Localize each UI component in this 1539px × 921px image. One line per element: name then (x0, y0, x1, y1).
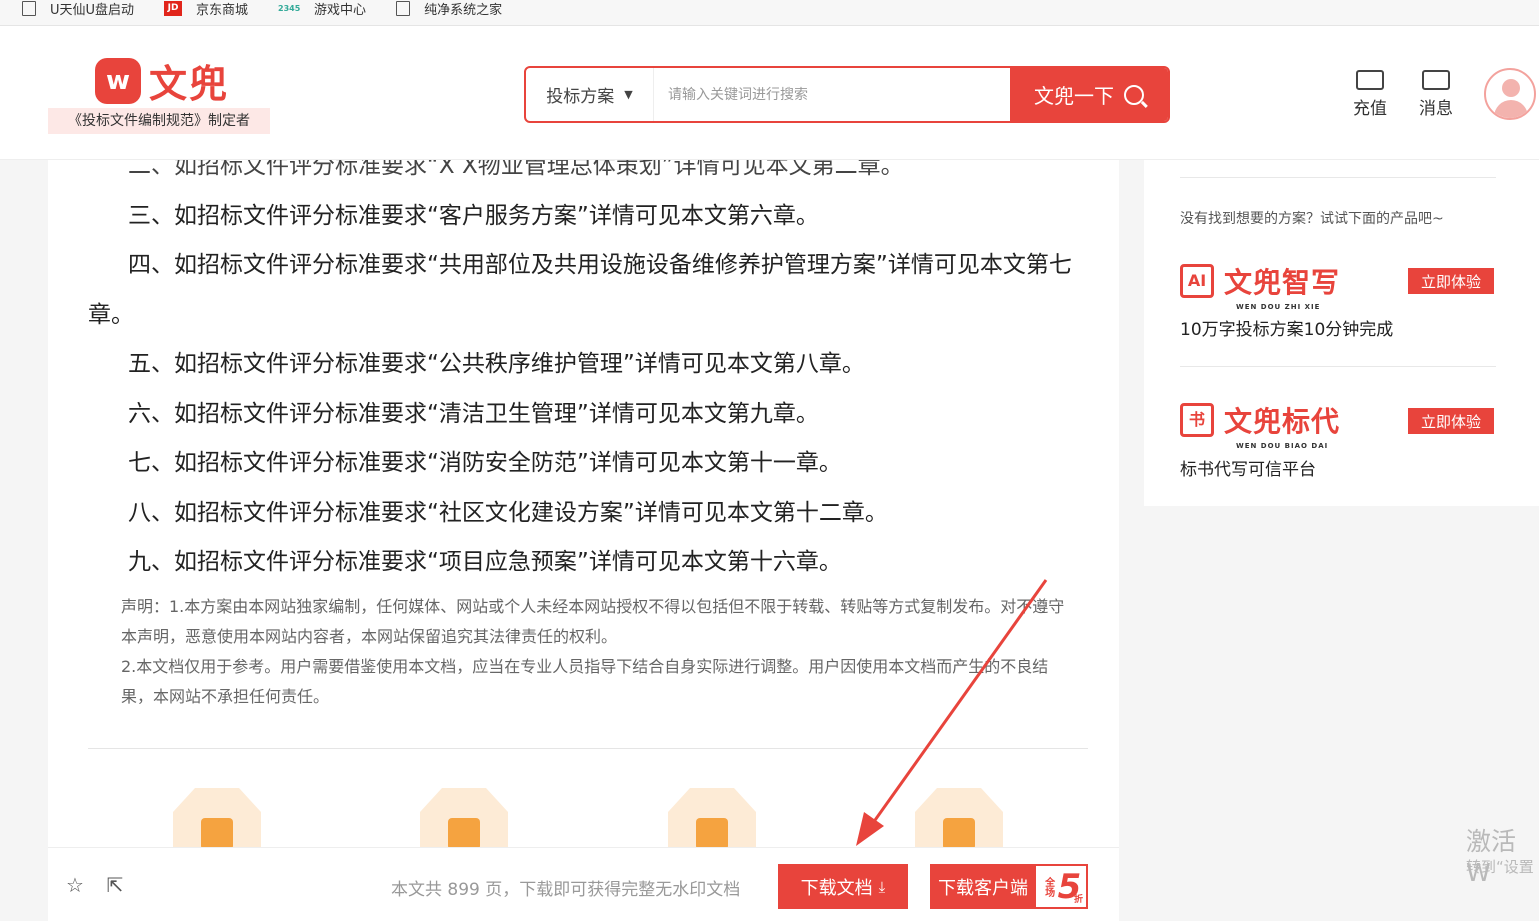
search-button-label: 文兜一下 (1034, 84, 1114, 108)
download-bar: ☆ ⇱ 本文共 899 页，下载即可获得完整无水印文档 下载文档 ⤓ 下载客户端… (48, 847, 1119, 921)
page-count-info: 本文共 899 页，下载即可获得完整无水印文档 (391, 880, 741, 900)
disclaimer: 声明：1.本方案由本网站独家编制，任何媒体、网站或个人未经本网站授权不得以包括但… (121, 592, 1071, 712)
site-logo[interactable]: w 文兜 (95, 53, 229, 108)
search-button[interactable]: 文兜一下 (1010, 68, 1168, 121)
document-line: 二、如招标文件评分标准要求“X X物业管理总体策划”详情可见本文第二章。 (128, 160, 904, 179)
download-document-button[interactable]: 下载文档 ⤓ (778, 864, 908, 909)
caret-down-icon: ▼ (624, 88, 633, 101)
activation-watermark: 激活 W (1466, 827, 1517, 887)
badge-small-text: 全场 (1042, 876, 1054, 897)
messages-label: 消息 (1419, 99, 1453, 119)
search-type-label: 投标方案 (546, 87, 615, 107)
try-now-button[interactable]: 立即体验 (1408, 268, 1494, 294)
download-client-button[interactable]: 下载客户端 全场 5 折 (930, 864, 1088, 909)
sidebar-prompt: 没有找到想要的方案？试试下面的产品吧~ (1180, 211, 1444, 227)
product-name-text: 文兜智写 (1224, 266, 1341, 299)
product-logo-zhixie[interactable]: AI 文兜智写 WEN DOU ZHI XIE (1180, 261, 1341, 311)
search-type-dropdown[interactable]: 投标方案 ▼ (526, 68, 654, 121)
game-icon: 2345 (278, 3, 301, 13)
document-line: 四、如招标文件评分标准要求“共用部位及共用设施设备维修养护管理方案”详情可见本文… (128, 252, 1072, 278)
document-line: 五、如招标文件评分标准要求“公共秩序维护管理”详情可见本文第八章。 (128, 351, 865, 377)
product-pinyin: WEN DOU ZHI XIE (1236, 303, 1321, 311)
product-description: 标书代写可信平台 (1180, 460, 1316, 480)
download-button-label: 下载文档 (800, 877, 873, 899)
divider (1180, 177, 1496, 178)
activation-watermark-sub: 转到“设置 (1466, 858, 1534, 876)
search-bar: 投标方案 ▼ 文兜一下 (524, 66, 1170, 123)
ai-icon: AI (1180, 264, 1214, 298)
product-description: 10万字投标方案10分钟完成 (1180, 320, 1394, 340)
share-icon[interactable]: ⇱ (104, 874, 126, 896)
recharge-icon (1356, 70, 1384, 90)
document-line: 九、如招标文件评分标准要求“项目应急预案”详情可见本文第十六章。 (128, 549, 842, 575)
product-pinyin: WEN DOU BIAO DAI (1236, 442, 1329, 450)
book-icon: 书 (1180, 403, 1214, 437)
bookmark-label: 游戏中心 (314, 3, 367, 18)
bookmark-label: U天仙U盘启动 (50, 3, 135, 18)
disclaimer-text-1: 声明：1.本方案由本网站独家编制，任何媒体、网站或个人未经本网站授权不得以包括但… (121, 597, 1065, 646)
document-line: 八、如招标文件评分标准要求“社区文化建设方案”详情可见本文第十二章。 (128, 500, 888, 526)
bookmark-label: 京东商城 (196, 3, 249, 18)
divider (1180, 366, 1496, 367)
document-line: 三、如招标文件评分标准要求“客户服务方案”详情可见本文第六章。 (128, 203, 819, 229)
site-header: w 文兜 《投标文件编制规范》制定者 投标方案 ▼ 文兜一下 充值 消息 (0, 26, 1539, 160)
document-line: 章。 (88, 302, 134, 328)
bookmark-item[interactable]: 纯净系统之家 (396, 0, 502, 18)
jd-icon: JD (164, 1, 183, 16)
product-name: 文兜智写 WEN DOU ZHI XIE (1224, 261, 1341, 311)
bookmark-item[interactable]: U天仙U盘启动 (22, 0, 134, 18)
bookmarks-bar: U天仙U盘启动 JD 京东商城 2345 游戏中心 纯净系统之家 (0, 0, 1539, 26)
logo-text: 文兜 (149, 62, 230, 106)
product-logo-biaodai[interactable]: 书 文兜标代 WEN DOU BIAO DAI (1180, 400, 1341, 450)
disclaimer-text-2: 2.本文档仅用于参考。用户需要借鉴使用本文档，应当在专业人员指导下结合自身实际进… (121, 657, 1049, 706)
bookmark-item[interactable]: 2345 游戏中心 (278, 0, 366, 18)
document-panel: 二、如招标文件评分标准要求“X X物业管理总体策划”详情可见本文第二章。 三、如… (48, 160, 1119, 921)
product-name: 文兜标代 WEN DOU BIAO DAI (1224, 400, 1341, 450)
discount-badge: 全场 5 折 (1036, 866, 1086, 907)
download-icon: ⤓ (878, 877, 886, 896)
search-icon (1124, 84, 1144, 105)
logo-subtitle: 《投标文件编制规范》制定者 (48, 108, 270, 134)
star-icon[interactable]: ☆ (64, 874, 86, 896)
badge-tiny-text: 折 (1073, 895, 1083, 905)
bookmark-item[interactable]: JD 京东商城 (164, 0, 248, 18)
document-line: 七、如招标文件评分标准要求“消防安全防范”详情可见本文第十一章。 (128, 450, 842, 476)
client-button-label: 下载客户端 (938, 877, 1028, 899)
logo-mark: w (95, 57, 141, 104)
user-avatar[interactable] (1484, 68, 1536, 120)
recharge-label: 充值 (1353, 99, 1387, 119)
document-line: 六、如招标文件评分标准要求“清洁卫生管理”详情可见本文第九章。 (128, 401, 819, 427)
try-now-button[interactable]: 立即体验 (1408, 408, 1494, 434)
avatar-body (1494, 100, 1528, 118)
mail-icon (1422, 70, 1450, 90)
bookmark-label: 纯净系统之家 (424, 3, 503, 18)
messages-button[interactable]: 消息 (1416, 70, 1456, 119)
search-input[interactable] (654, 68, 1010, 121)
recharge-button[interactable]: 充值 (1350, 70, 1390, 119)
page-icon (22, 1, 36, 16)
product-name-text: 文兜标代 (1224, 405, 1341, 438)
avatar-head (1502, 79, 1520, 97)
product-sidebar: 没有找到想要的方案？试试下面的产品吧~ AI 文兜智写 WEN DOU ZHI … (1144, 160, 1539, 506)
page-icon (396, 1, 411, 16)
divider (88, 748, 1088, 749)
